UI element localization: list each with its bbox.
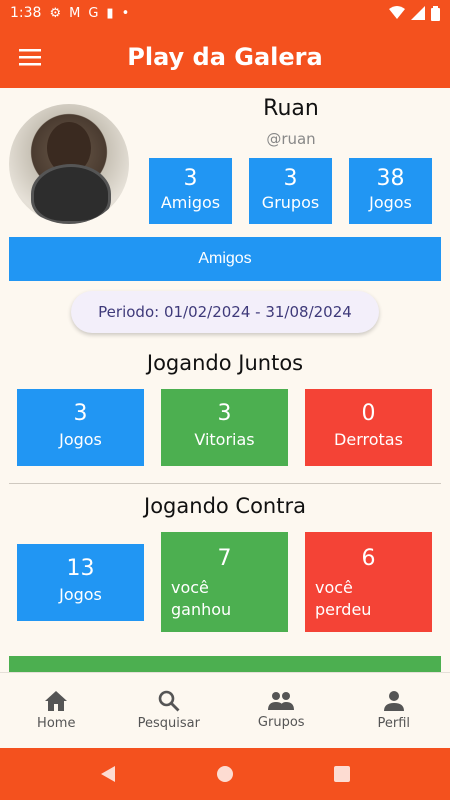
together-title: Jogando Juntos <box>146 351 304 375</box>
home-icon <box>45 691 68 711</box>
menu-button[interactable] <box>0 26 60 88</box>
nav-item-search[interactable]: Pesquisar <box>113 673 226 748</box>
together-games-card[interactable]: 3 Jogos <box>17 389 144 466</box>
home-circle-icon[interactable] <box>216 765 234 783</box>
app-bar: Play da Galera <box>0 26 450 88</box>
dot-icon: • <box>121 5 130 21</box>
stat-label: Amigos <box>160 193 221 212</box>
status-bar: 1:38 ⚙ M G ▮ • <box>0 0 450 26</box>
bottom-nav: Home Pesquisar Grupos Perfil <box>0 672 450 748</box>
system-nav <box>0 748 450 800</box>
stat-label: Grupos <box>261 193 320 212</box>
card-label: você perdeu <box>315 578 372 619</box>
stat-label: Jogos <box>369 193 412 212</box>
nav-item-profile[interactable]: Perfil <box>338 673 450 748</box>
search-icon <box>158 690 180 712</box>
card-label: você ganhou <box>171 578 232 619</box>
nav-label: Pesquisar <box>137 716 200 731</box>
stat-games[interactable]: 38 Jogos <box>349 158 432 224</box>
stat-groups[interactable]: 3 Grupos <box>249 158 332 224</box>
green-card-partial[interactable] <box>9 656 441 672</box>
against-won-card[interactable]: 7 você ganhou <box>161 532 288 632</box>
stat-value: 3 <box>183 166 198 191</box>
person-icon <box>383 691 404 711</box>
card-value: 6 <box>361 546 376 571</box>
recents-icon[interactable] <box>334 766 350 782</box>
together-losses-card[interactable]: 0 Derrotas <box>305 389 432 466</box>
nav-label: Perfil <box>377 716 411 731</box>
sd-card-icon: ▮ <box>106 5 114 21</box>
period-chip[interactable]: Periodo: 01/02/2024 - 31/08/2024 <box>71 291 379 333</box>
avatar[interactable] <box>9 104 129 224</box>
battery-icon <box>431 5 440 21</box>
menu-icon <box>19 49 41 66</box>
google-icon: G <box>88 5 99 21</box>
wifi-icon <box>389 6 405 19</box>
nav-label: Grupos <box>257 715 305 730</box>
card-label: Jogos <box>59 430 102 449</box>
card-label: Jogos <box>59 585 102 604</box>
card-value: 13 <box>66 556 95 581</box>
against-title: Jogando Contra <box>144 494 306 518</box>
against-games-card[interactable]: 13 Jogos <box>17 544 144 621</box>
divider <box>9 483 441 484</box>
nav-label: Home <box>37 716 76 731</box>
signal-icon <box>411 6 425 20</box>
card-label: Derrotas <box>334 430 403 449</box>
card-value: 0 <box>361 401 376 426</box>
back-icon[interactable] <box>100 765 116 783</box>
nav-item-home[interactable]: Home <box>0 673 113 748</box>
group-icon <box>268 692 295 710</box>
card-value: 3 <box>217 401 232 426</box>
friends-button[interactable]: Amigos <box>9 237 441 281</box>
card-label: Vitorias <box>194 430 255 449</box>
profile-handle: @ruan <box>266 130 316 148</box>
app-title: Play da Galera <box>127 43 323 71</box>
against-lost-card[interactable]: 6 você perdeu <box>305 532 432 632</box>
card-value: 7 <box>217 546 232 571</box>
card-value: 3 <box>73 401 88 426</box>
profile-name: Ruan <box>263 96 319 121</box>
stat-friends[interactable]: 3 Amigos <box>149 158 232 224</box>
stat-value: 3 <box>283 166 298 191</box>
settings-icon: ⚙ <box>49 5 62 21</box>
nav-item-groups[interactable]: Grupos <box>225 673 338 748</box>
status-time: 1:38 <box>10 5 42 21</box>
stat-value: 38 <box>376 166 405 191</box>
gmail-icon: M <box>69 5 81 21</box>
avatar-ball <box>31 164 111 224</box>
together-wins-card[interactable]: 3 Vitorias <box>161 389 288 466</box>
